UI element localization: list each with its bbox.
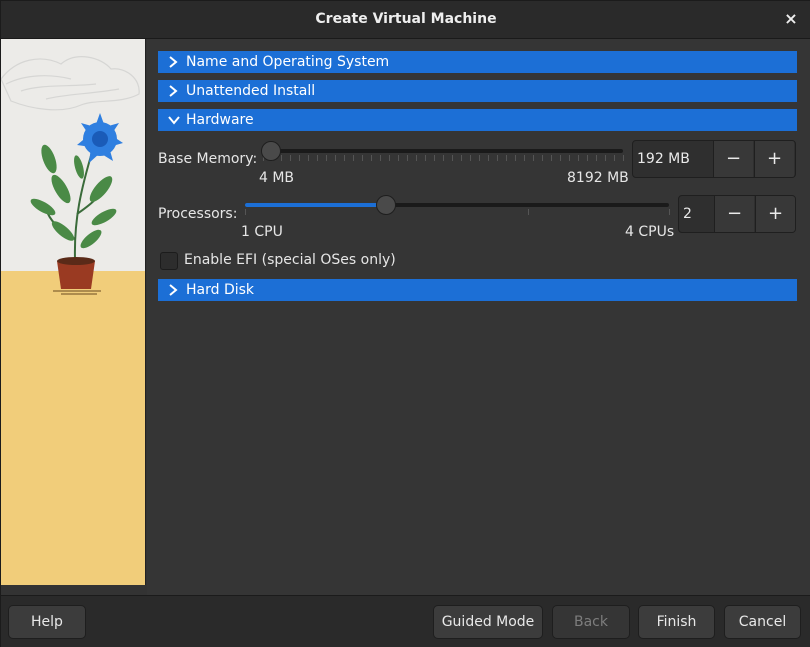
slider-tick [281, 155, 282, 161]
cancel-button[interactable]: Cancel [724, 605, 801, 639]
slider-tick [398, 155, 399, 161]
button-bar: Help Guided Mode Back Finish Cancel [1, 595, 810, 647]
base-memory-input[interactable]: 192 MB [633, 141, 690, 177]
slider-tick [362, 155, 363, 161]
section-title: Name and Operating System [186, 54, 390, 70]
memory-decrement-button[interactable]: − [713, 141, 753, 177]
enable-efi-checkbox[interactable] [160, 252, 178, 270]
slider-tick [452, 155, 453, 161]
finish-button[interactable]: Finish [638, 605, 715, 639]
section-unattended-install[interactable]: Unattended Install [158, 80, 797, 102]
slider-tick [317, 155, 318, 161]
base-memory-spinbox: 192 MB − + [632, 140, 796, 178]
section-title: Hard Disk [186, 282, 255, 298]
memory-increment-button[interactable]: + [754, 141, 794, 177]
slider-tick [569, 155, 570, 161]
processors-increment-button[interactable]: + [755, 196, 795, 232]
slider-tick [443, 155, 444, 161]
chevron-right-icon [166, 80, 180, 102]
slider-tick [515, 155, 516, 161]
section-title: Hardware [186, 112, 254, 128]
processors-max-label: 4 CPUs [625, 224, 675, 240]
chevron-down-icon [166, 109, 180, 131]
memory-max-label: 8192 MB [567, 170, 629, 186]
slider-tick [578, 155, 579, 161]
slider-tick [533, 155, 534, 161]
base-memory-slider-track[interactable] [263, 149, 623, 153]
memory-min-label: 4 MB [259, 170, 295, 186]
section-hard-disk[interactable]: Hard Disk [158, 279, 797, 301]
processors-min-label: 1 CPU [241, 224, 283, 240]
slider-tick [389, 155, 390, 161]
enable-efi-label: Enable EFI (special OSes only) [184, 252, 396, 268]
help-button[interactable]: Help [8, 605, 86, 639]
slider-tick [524, 155, 525, 161]
slider-tick [335, 155, 336, 161]
slider-tick [587, 155, 588, 161]
section-title: Unattended Install [186, 83, 316, 99]
slider-tick [551, 155, 552, 161]
slider-tick [497, 155, 498, 161]
chevron-right-icon [166, 279, 180, 301]
processors-spinbox: 2 − + [678, 195, 796, 233]
slider-tick [425, 155, 426, 161]
slider-tick [326, 155, 327, 161]
slider-tick [407, 155, 408, 161]
slider-tick [669, 209, 670, 215]
plant-illustration [1, 39, 145, 585]
slider-tick [605, 155, 606, 161]
dialog-title: Create Virtual Machine [315, 11, 497, 27]
slider-tick [245, 209, 246, 215]
title-bar: Create Virtual Machine × [1, 1, 810, 39]
slider-tick [542, 155, 543, 161]
section-hardware[interactable]: Hardware [158, 109, 797, 131]
slider-tick [623, 155, 624, 161]
slider-tick [470, 155, 471, 161]
processors-label: Processors: [158, 206, 238, 222]
guided-mode-button[interactable]: Guided Mode [433, 605, 543, 639]
processors-decrement-button[interactable]: − [714, 196, 754, 232]
slider-tick [560, 155, 561, 161]
slider-tick [528, 209, 529, 215]
slider-tick [290, 155, 291, 161]
slider-tick [614, 155, 615, 161]
back-button[interactable]: Back [552, 605, 630, 639]
create-vm-dialog: Create Virtual Machine × Name and Operat… [0, 0, 810, 647]
illustration-panel [1, 39, 146, 585]
slider-tick [461, 155, 462, 161]
slider-tick [353, 155, 354, 161]
slider-tick [479, 155, 480, 161]
base-memory-slider-thumb[interactable] [261, 141, 281, 161]
base-memory-label: Base Memory: [158, 151, 258, 167]
section-name-os[interactable]: Name and Operating System [158, 51, 797, 73]
close-icon[interactable]: × [781, 9, 801, 29]
slider-tick [416, 155, 417, 161]
slider-tick [380, 155, 381, 161]
processors-slider-fill [245, 203, 386, 207]
slider-tick [506, 155, 507, 161]
chevron-right-icon [166, 51, 180, 73]
processors-slider-thumb[interactable] [376, 195, 396, 215]
slider-tick [308, 155, 309, 161]
processors-input[interactable]: 2 [679, 196, 692, 232]
slider-tick [596, 155, 597, 161]
slider-tick [371, 155, 372, 161]
main-panel: Name and Operating System Unattended Ins… [147, 39, 810, 595]
slider-tick [299, 155, 300, 161]
slider-tick [434, 155, 435, 161]
slider-tick [488, 155, 489, 161]
slider-tick [344, 155, 345, 161]
